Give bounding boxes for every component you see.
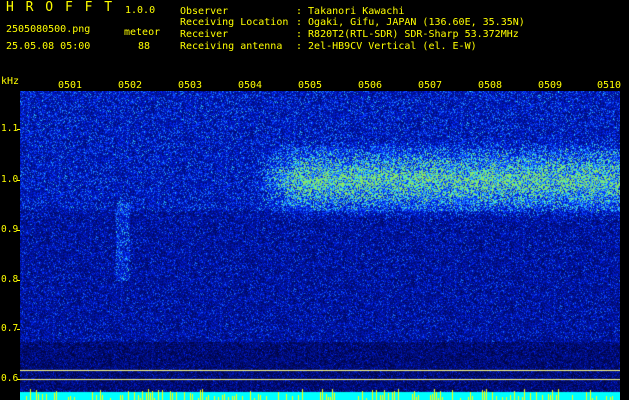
time-tick-label: 0510 bbox=[597, 80, 622, 91]
y-tick-label: 1.0 bbox=[1, 174, 19, 185]
location-label: Receiving Location bbox=[180, 17, 289, 28]
time-tick-label: 0501 bbox=[58, 80, 83, 91]
receiver-label: Receiver bbox=[180, 29, 229, 40]
app-title: H R O F F T bbox=[6, 0, 115, 15]
y-tick-label: 1.1 bbox=[1, 123, 19, 134]
time-tick-label: 0509 bbox=[538, 80, 563, 91]
y-tick-label: 0.8 bbox=[1, 274, 19, 285]
time-tick-label: 0502 bbox=[118, 80, 143, 91]
time-tick-label: 0505 bbox=[298, 80, 323, 91]
time-tick-label: 0508 bbox=[478, 80, 503, 91]
y-unit-label: kHz bbox=[1, 76, 20, 87]
time-tick-label: 0503 bbox=[178, 80, 203, 91]
y-tick-label: 0.6 bbox=[1, 373, 19, 384]
antenna-label: Receiving antenna bbox=[180, 41, 283, 52]
spectrogram bbox=[20, 91, 620, 400]
y-tick-label: 0.9 bbox=[1, 224, 19, 235]
app-version: 1.0.0 bbox=[125, 5, 156, 16]
time-tick-label: 0504 bbox=[238, 80, 263, 91]
filename-label: 2505080500.png bbox=[6, 24, 91, 35]
time-tick-label: 0506 bbox=[358, 80, 383, 91]
location-value: : Ogaki, Gifu, JAPAN (136.60E, 35.35N) bbox=[296, 17, 525, 28]
receiver-value: : R820T2(RTL-SDR) SDR-Sharp 53.372MHz bbox=[296, 29, 519, 40]
antenna-value: : 2el-HB9CV Vertical (el. E-W) bbox=[296, 41, 477, 52]
time-tick-label: 0507 bbox=[418, 80, 443, 91]
observer-value: : Takanori Kawachi bbox=[296, 6, 405, 17]
count-label: 88 bbox=[138, 41, 151, 52]
y-tick-label: 0.7 bbox=[1, 323, 19, 334]
mode-label: meteor bbox=[124, 27, 161, 38]
datetime-label: 25.05.08 05:00 bbox=[6, 41, 91, 52]
observer-label: Observer bbox=[180, 6, 229, 17]
